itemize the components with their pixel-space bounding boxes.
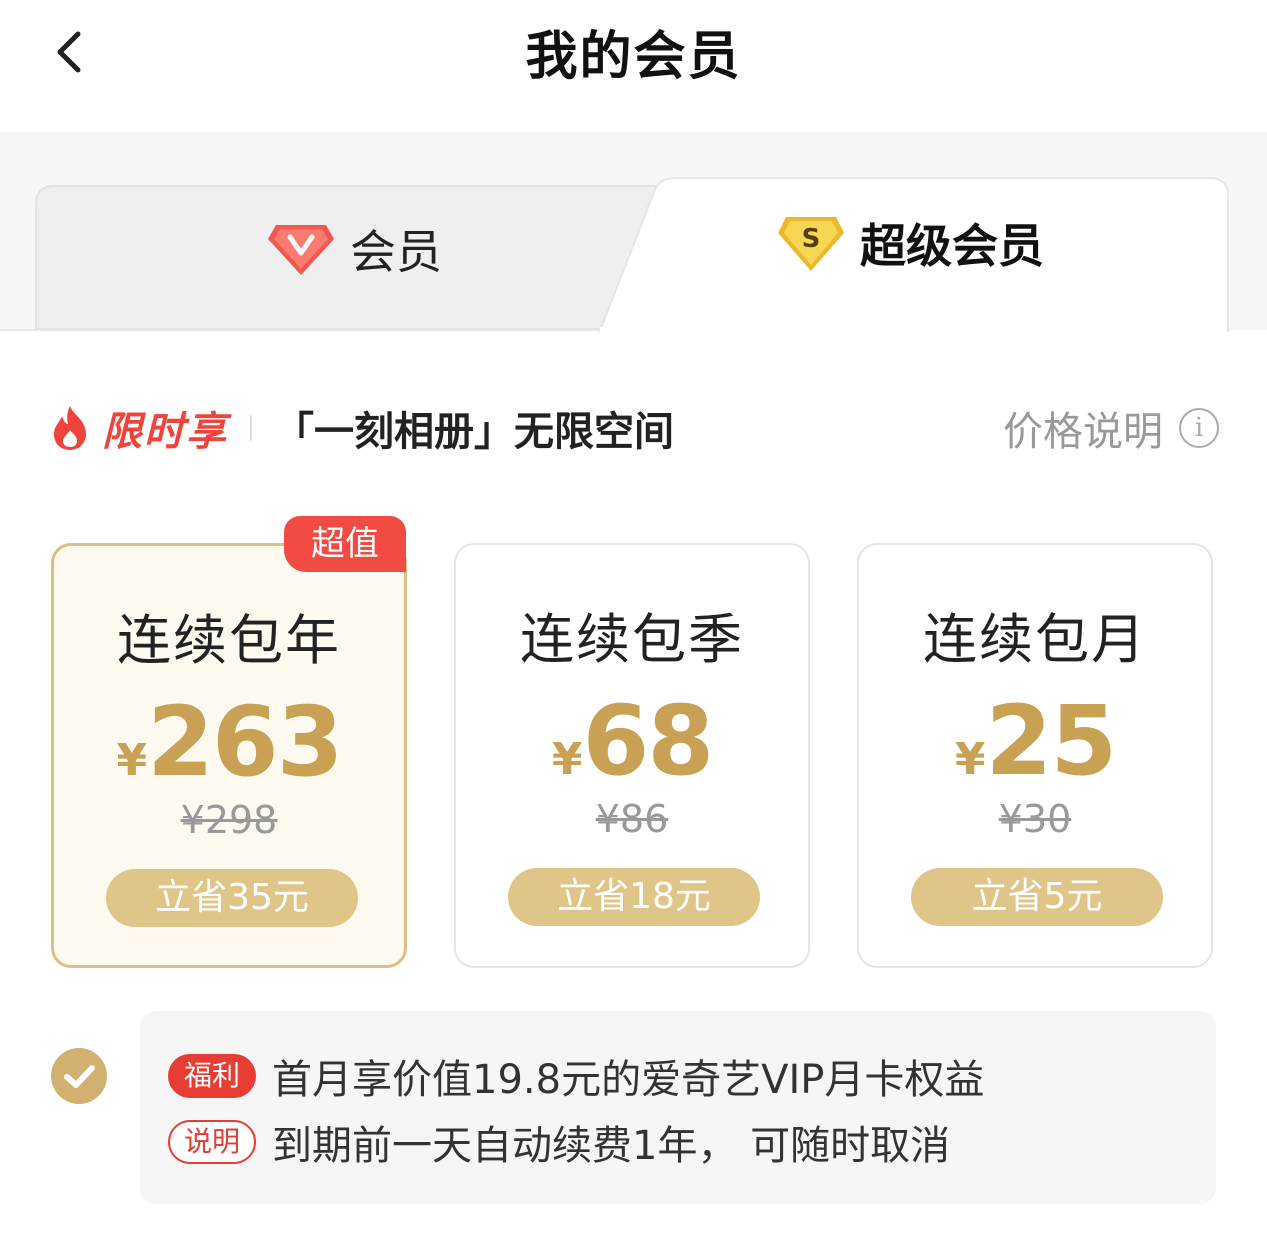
promo-banner: 限时享 「一刻相册」无限空间 xyxy=(48,398,674,458)
plan-card-yearly[interactable]: 超值 连续包年 ¥263 ¥298 立省35元 xyxy=(51,516,407,968)
benefit-row: 福利 首月享价值19.8元的爱奇艺VIP月卡权益 xyxy=(168,1047,984,1105)
currency-symbol: ¥ xyxy=(551,734,583,785)
price-description-link[interactable]: 价格说明 i xyxy=(1003,398,1219,458)
plan-price: ¥263 xyxy=(54,686,404,798)
plan-price: ¥68 xyxy=(456,685,808,797)
plan-card-monthly[interactable]: 连续包月 ¥25 ¥30 立省5元 xyxy=(857,543,1213,968)
terms-text: 到期前一天自动续费1年， 可随时取消 xyxy=(272,1123,951,1169)
price-value: 25 xyxy=(985,685,1118,797)
terms-tag: 说明 xyxy=(168,1120,257,1164)
original-price: ¥30 xyxy=(998,797,1072,841)
plan-name: 连续包年 xyxy=(117,609,341,672)
price-value: 68 xyxy=(582,685,715,797)
original-price: ¥298 xyxy=(180,798,278,842)
savings-pill: 立省5元 xyxy=(911,868,1163,926)
fire-icon xyxy=(54,406,86,450)
tab-super-member[interactable]: S 超级会员 xyxy=(776,210,1044,276)
original-price: ¥86 xyxy=(595,797,669,841)
price-value: 263 xyxy=(147,686,343,798)
tab-divider xyxy=(0,329,600,331)
plan-name: 连续包季 xyxy=(520,608,744,671)
plan-price: ¥25 xyxy=(859,685,1211,797)
price-description-label: 价格说明 xyxy=(1003,409,1163,455)
promo-tag: 限时享 xyxy=(102,409,228,455)
welfare-tag: 福利 xyxy=(168,1054,257,1098)
page-title: 我的会员 xyxy=(525,27,742,87)
plan-name: 连续包月 xyxy=(923,608,1147,671)
svg-text:S: S xyxy=(802,224,821,254)
plan-card-quarterly[interactable]: 连续包季 ¥68 ¥86 立省18元 xyxy=(454,543,810,968)
promo-separator xyxy=(250,415,252,441)
header: 我的会员 xyxy=(0,0,1267,132)
tab-member-label: 会员 xyxy=(350,225,442,279)
value-badge: 超值 xyxy=(284,516,406,572)
red-diamond-v-icon xyxy=(268,225,334,275)
info-icon: i xyxy=(1179,408,1219,448)
benefit-text: 首月享价值19.8元的爱奇艺VIP月卡权益 xyxy=(272,1057,985,1103)
savings-pill: 立省35元 xyxy=(106,869,358,927)
tab-shapes xyxy=(35,177,1229,332)
benefit-panel: 福利 首月享价值19.8元的爱奇艺VIP月卡权益 说明 到期前一天自动续费1年，… xyxy=(140,1011,1216,1204)
tab-super-member-label: 超级会员 xyxy=(860,219,1044,273)
currency-symbol: ¥ xyxy=(116,735,148,786)
gold-diamond-s-icon: S xyxy=(778,217,844,271)
tab-member[interactable]: 会员 xyxy=(266,216,442,282)
savings-pill: 立省18元 xyxy=(508,868,760,926)
checkmark-icon xyxy=(64,1065,95,1088)
agree-checkbox[interactable] xyxy=(51,1048,107,1104)
currency-symbol: ¥ xyxy=(954,734,986,785)
promo-text: 「一刻相册」无限空间 xyxy=(274,409,674,455)
terms-row: 说明 到期前一天自动续费1年， 可随时取消 xyxy=(168,1113,950,1171)
